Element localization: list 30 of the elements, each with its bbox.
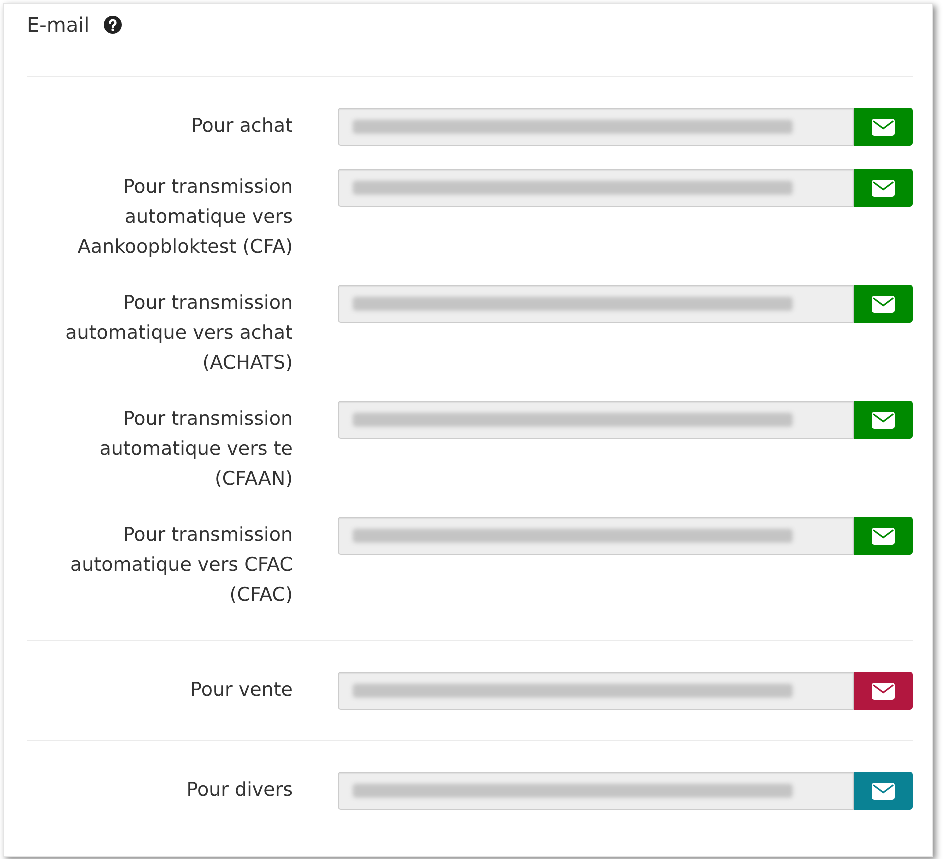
send-email-button[interactable] — [854, 108, 913, 146]
envelope-icon — [872, 528, 895, 544]
field-label: Pour vente — [190, 678, 293, 703]
envelope-icon — [872, 412, 895, 428]
email-field[interactable] — [338, 672, 854, 710]
send-email-button[interactable] — [854, 169, 913, 207]
email-field[interactable] — [338, 169, 854, 207]
field-label: Pour achat — [191, 114, 293, 139]
send-email-button[interactable] — [854, 772, 913, 810]
send-email-button[interactable] — [854, 401, 913, 439]
envelope-icon — [872, 180, 895, 196]
email-field[interactable] — [338, 772, 854, 810]
field-label: Pour divers — [186, 778, 293, 803]
field-label: Pour transmission automatique vers achat (ACHATS) — [64, 291, 293, 376]
field-label: Pour transmission automatique vers te (CFAAN) — [98, 407, 293, 492]
help-icon[interactable] — [104, 16, 122, 34]
envelope-icon — [872, 782, 895, 800]
send-email-button[interactable] — [854, 517, 913, 555]
email-field[interactable] — [338, 108, 854, 146]
email-field[interactable] — [338, 401, 854, 439]
send-email-button[interactable] — [854, 672, 913, 710]
send-email-button[interactable] — [854, 285, 913, 323]
envelope-icon — [872, 682, 895, 700]
field-label: Pour transmission automatique vers CFAC (CFAC) — [69, 523, 293, 608]
envelope-icon — [872, 118, 895, 136]
section-title: E-mail — [27, 12, 90, 39]
email-field[interactable] — [338, 517, 854, 555]
envelope-icon — [872, 296, 895, 312]
field-label: Pour transmission automatique vers Aankoopbloktest (CFA) — [76, 175, 293, 260]
email-field[interactable] — [338, 285, 854, 323]
